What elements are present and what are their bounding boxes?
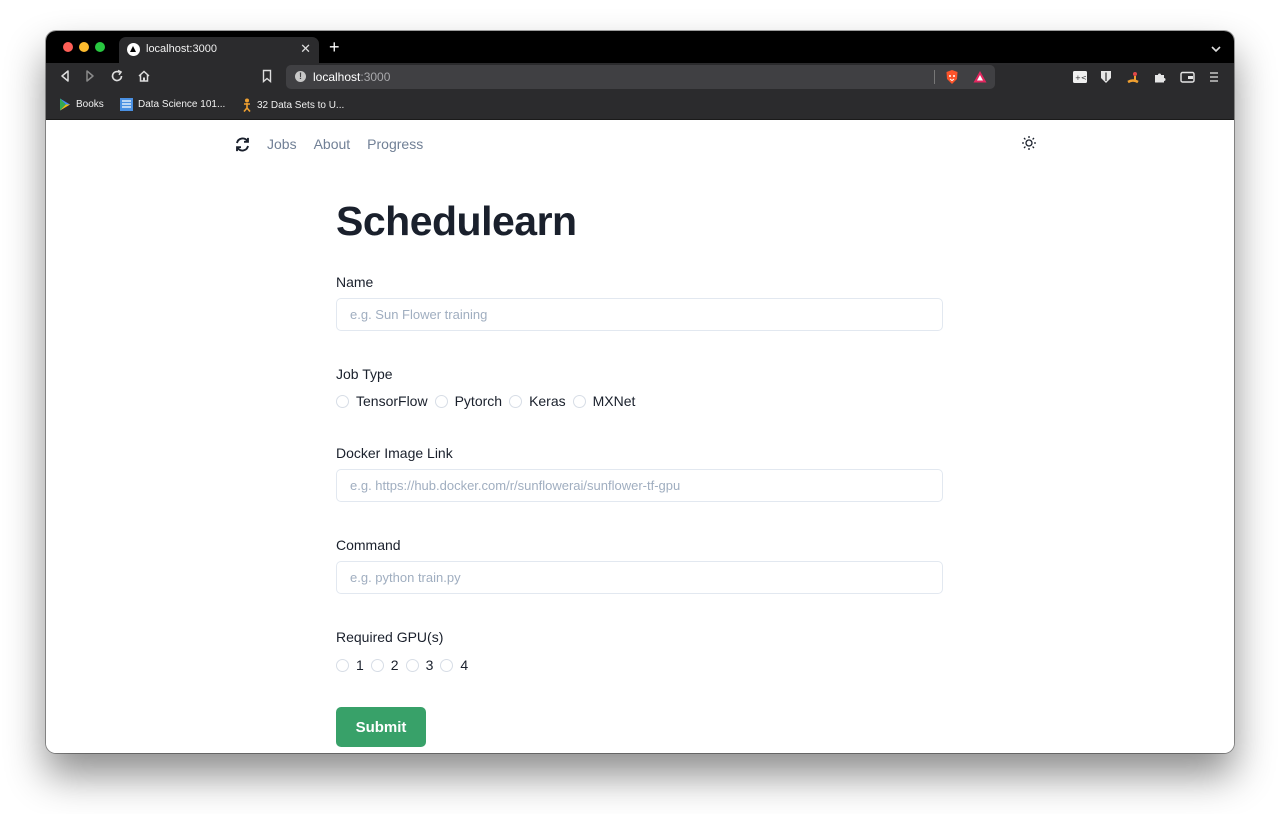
bookmarks-bar: Books Data Science 101... 32 Data Sets t… bbox=[46, 92, 1234, 120]
gpu-3-radio[interactable] bbox=[405, 658, 419, 672]
gpu-4-radio[interactable] bbox=[440, 658, 454, 672]
docker-image-label: Docker Image Link bbox=[336, 445, 453, 461]
job-type-radio-group: TensorFlow Pytorch Keras MXNet bbox=[336, 393, 642, 409]
new-tab-button[interactable]: + bbox=[329, 37, 340, 57]
translate-extension-icon[interactable]: +< bbox=[1073, 70, 1087, 88]
nav-about-link[interactable]: About bbox=[314, 136, 351, 152]
close-window-button[interactable] bbox=[63, 42, 73, 52]
page-title: Schedulearn bbox=[336, 198, 577, 244]
menu-icon[interactable] bbox=[1209, 70, 1219, 88]
vercel-favicon-icon bbox=[127, 43, 140, 56]
extensions-puzzle-icon[interactable] bbox=[1153, 70, 1167, 89]
tab-search-chevron-icon[interactable] bbox=[1211, 40, 1221, 58]
top-nav: Jobs About Progress bbox=[234, 134, 440, 154]
docker-image-input[interactable] bbox=[336, 469, 943, 502]
command-input[interactable] bbox=[336, 561, 943, 594]
gpu-option-label: 4 bbox=[460, 657, 469, 673]
gpu-option-label: 2 bbox=[390, 657, 399, 673]
job-type-option-label: TensorFlow bbox=[356, 393, 428, 409]
gpu-1-radio[interactable] bbox=[336, 658, 349, 672]
minimize-window-button[interactable] bbox=[79, 42, 89, 52]
figure-icon bbox=[243, 98, 251, 112]
play-books-icon bbox=[60, 98, 70, 111]
tab-strip: localhost:3000 ✕ + bbox=[46, 31, 1234, 63]
figure-extension-icon[interactable] bbox=[1126, 70, 1140, 89]
bitwarden-extension-icon[interactable] bbox=[1100, 70, 1112, 89]
name-label: Name bbox=[336, 274, 374, 290]
reload-icon[interactable] bbox=[110, 69, 124, 88]
gpu-radio-group: 1 2 3 4 bbox=[336, 657, 475, 673]
url-text: localhost:3000 bbox=[313, 70, 391, 84]
back-icon[interactable] bbox=[59, 69, 71, 88]
browser-tab[interactable]: localhost:3000 ✕ bbox=[119, 37, 319, 63]
sync-icon[interactable] bbox=[234, 136, 251, 153]
job-type-tensorflow-radio[interactable] bbox=[336, 394, 349, 408]
bookmark-data-science-101[interactable]: Data Science 101... bbox=[120, 98, 225, 111]
command-label: Command bbox=[336, 537, 401, 553]
bookmark-page-icon bbox=[120, 98, 133, 111]
bookmark-32-data-sets[interactable]: 32 Data Sets to U... bbox=[242, 98, 344, 112]
maximize-window-button[interactable] bbox=[95, 42, 105, 52]
nav-jobs-link[interactable]: Jobs bbox=[267, 136, 297, 152]
svg-text:+<: +< bbox=[1075, 74, 1087, 82]
address-bar[interactable]: ! localhost:3000 bbox=[286, 65, 995, 89]
gpu-option-label: 3 bbox=[425, 657, 434, 673]
page-content: Jobs About Progress Schedulearn Name Job… bbox=[46, 120, 1234, 753]
name-input[interactable] bbox=[336, 298, 943, 331]
bookmark-books[interactable]: Books bbox=[59, 98, 104, 111]
home-icon[interactable] bbox=[137, 69, 151, 88]
tab-title: localhost:3000 bbox=[146, 43, 217, 55]
bookmark-icon[interactable] bbox=[261, 69, 273, 88]
job-type-option-label: Pytorch bbox=[454, 393, 503, 409]
forward-icon[interactable] bbox=[84, 69, 96, 88]
job-type-mxnet-radio[interactable] bbox=[572, 394, 586, 408]
job-type-label: Job Type bbox=[336, 366, 393, 382]
nav-progress-link[interactable]: Progress bbox=[367, 136, 423, 152]
url-divider bbox=[934, 70, 935, 84]
job-type-keras-radio[interactable] bbox=[509, 394, 523, 408]
gpu-option-label: 1 bbox=[356, 657, 364, 673]
close-tab-icon[interactable]: ✕ bbox=[300, 41, 311, 57]
browser-window: localhost:3000 ✕ + ! localhost:3000 +< B… bbox=[46, 31, 1234, 753]
brave-shields-icon[interactable] bbox=[945, 69, 959, 90]
browser-toolbar: ! localhost:3000 +< bbox=[46, 63, 1234, 92]
job-type-pytorch-radio[interactable] bbox=[434, 394, 448, 408]
site-info-icon[interactable]: ! bbox=[295, 71, 306, 82]
job-type-option-label: MXNet bbox=[592, 393, 636, 409]
submit-button[interactable]: Submit bbox=[336, 707, 426, 747]
gpu-2-radio[interactable] bbox=[370, 658, 384, 672]
wallet-icon[interactable] bbox=[1180, 70, 1195, 88]
required-gpus-label: Required GPU(s) bbox=[336, 629, 444, 645]
brave-rewards-icon[interactable] bbox=[972, 69, 988, 90]
sun-icon[interactable] bbox=[1021, 135, 1037, 151]
job-type-option-label: Keras bbox=[529, 393, 566, 409]
